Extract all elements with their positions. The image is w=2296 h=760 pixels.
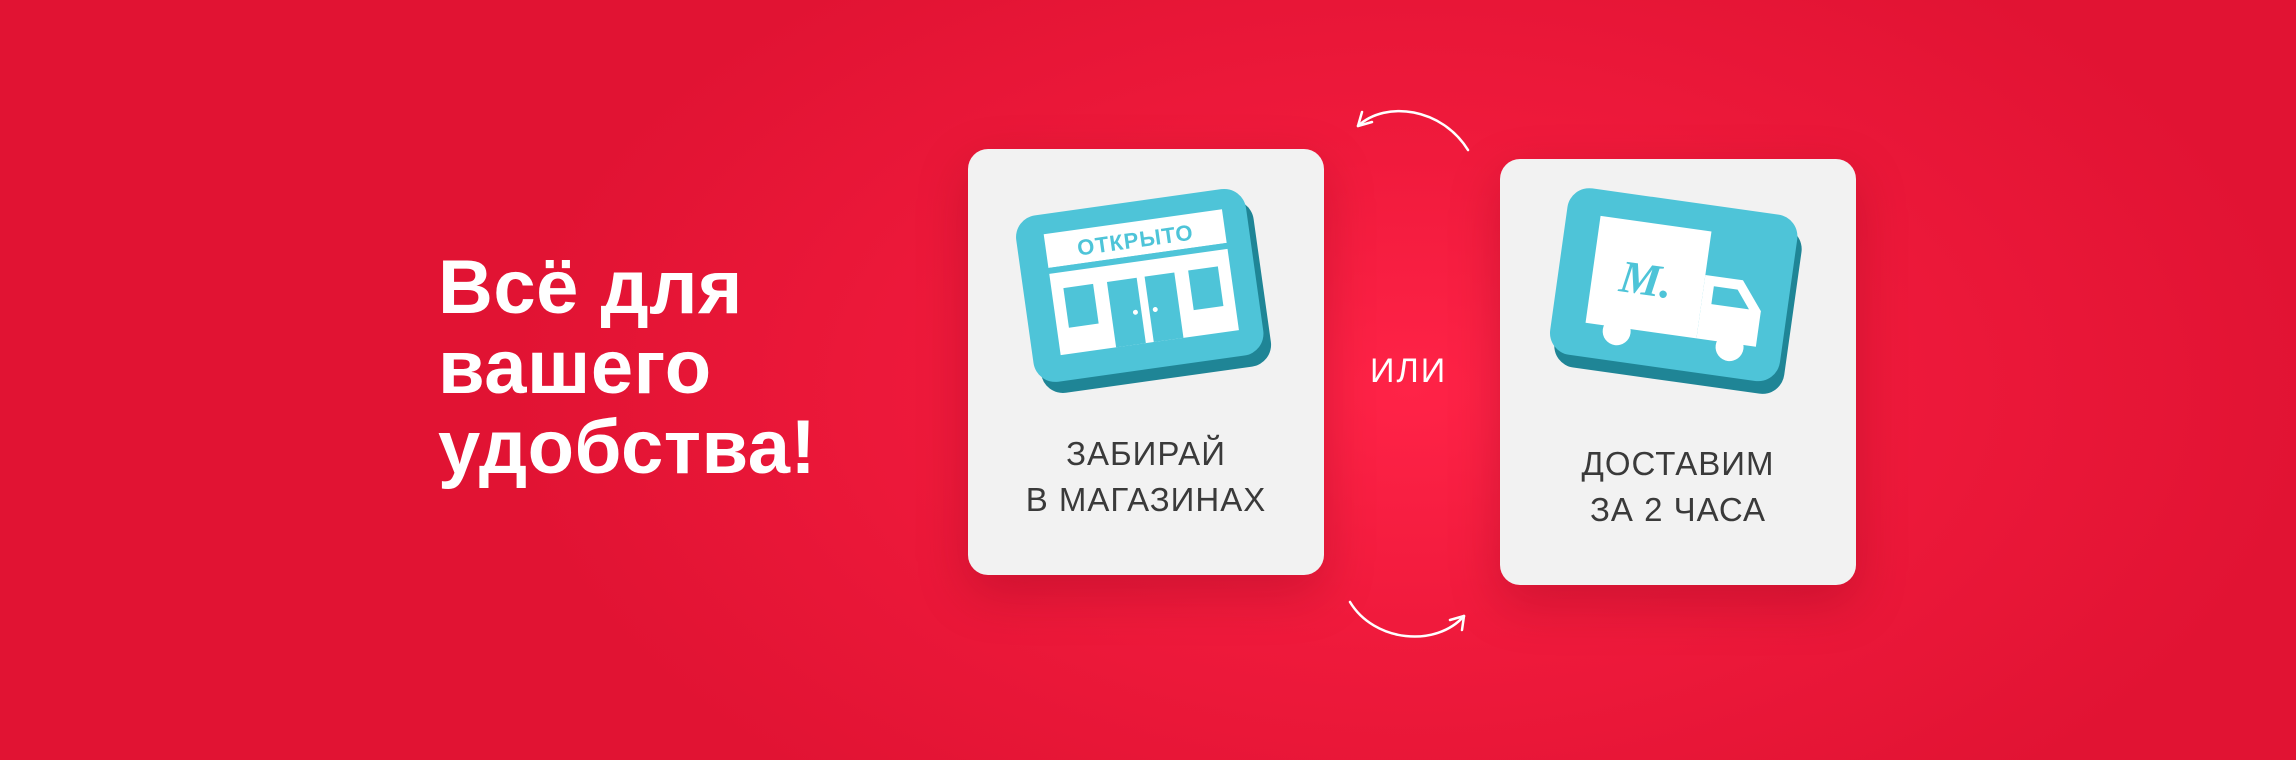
swap-arrow-top-icon	[1346, 100, 1478, 160]
delivery-truck-icon: М.	[1540, 187, 1810, 407]
delivery-caption-line-2: ЗА 2 ЧАСА	[1589, 491, 1767, 528]
promo-banner: Всё для вашего удобства! ОТКРЫТО ЗАБИРАЙ…	[0, 0, 2296, 760]
headline: Всё для вашего удобства!	[438, 248, 816, 488]
truck-logo-text: М.	[1616, 250, 1676, 308]
pickup-caption-line-2: В МАГАЗИНАХ	[1025, 481, 1267, 518]
pickup-option-card[interactable]: ОТКРЫТО ЗАБИРАЙ В МАГАЗИНАХ	[968, 149, 1324, 575]
pickup-caption-line-1: ЗАБИРАЙ	[1066, 435, 1226, 472]
headline-line-2: вашего	[438, 325, 712, 410]
or-label: ИЛИ	[1370, 352, 1448, 390]
headline-line-1: Всё для	[438, 245, 743, 330]
swap-arrow-bottom-icon	[1346, 588, 1478, 648]
delivery-option-card[interactable]: М. ДОСТАВИМ ЗА 2 ЧАСА	[1500, 159, 1856, 585]
delivery-caption-line-1: ДОСТАВИМ	[1581, 445, 1775, 482]
store-icon: ОТКРЫТО	[1008, 177, 1278, 397]
delivery-caption: ДОСТАВИМ ЗА 2 ЧАСА	[1500, 441, 1856, 533]
headline-line-3: удобства!	[438, 405, 817, 490]
pickup-caption: ЗАБИРАЙ В МАГАЗИНАХ	[968, 431, 1324, 523]
